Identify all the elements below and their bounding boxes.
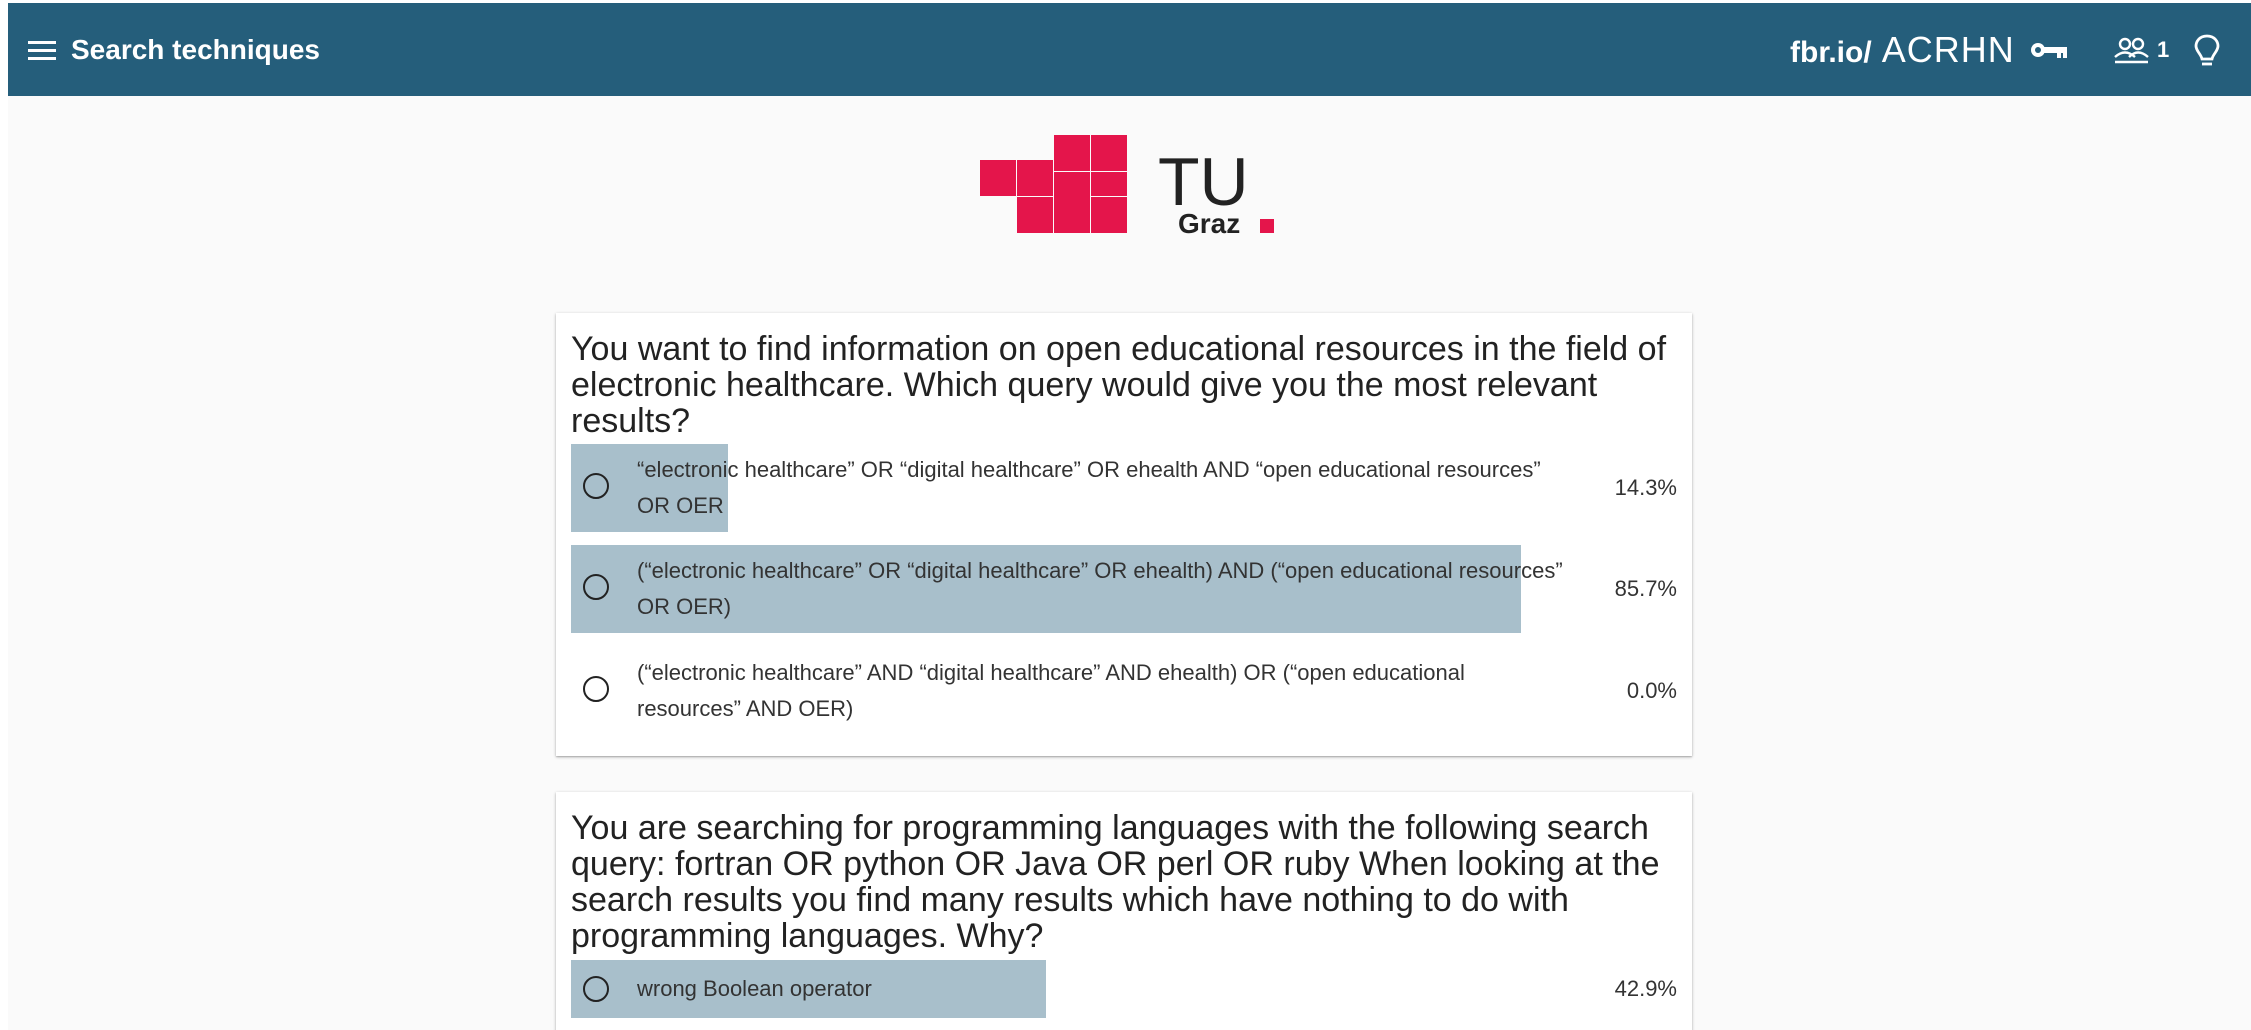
question-card: You want to find information on open edu… (556, 313, 1692, 756)
session-url-prefix: fbr.io/ (1790, 36, 1872, 69)
top-app-bar: Search techniques fbr.io/ ACRHN 1 (8, 3, 2251, 96)
answer-text: (“electronic healthcare” AND “digital he… (637, 660, 1465, 721)
answer-percent: 85.7% (1614, 576, 1677, 601)
users-count: 1 (2157, 37, 2170, 62)
users-icon[interactable] (2113, 35, 2153, 65)
key-icon[interactable] (2030, 39, 2070, 61)
app-window: Search techniques fbr.io/ ACRHN 1 TU Gra… (8, 3, 2251, 1030)
answer-percent: 0.0% (1626, 678, 1677, 703)
answer-text: wrong Boolean operator (637, 976, 872, 1001)
answer-text: (“electronic healthcare” OR “digital hea… (637, 558, 1563, 619)
menu-icon[interactable] (28, 39, 56, 61)
radio-button[interactable] (583, 976, 609, 1002)
session-code: ACRHN (1881, 29, 2015, 70)
tu-graz-logo: TU Graz (980, 135, 1274, 239)
radio-button[interactable] (583, 473, 609, 499)
answer-option[interactable]: (“electronic healthcare” AND “digital he… (571, 647, 1677, 735)
session-link[interactable]: fbr.io/ ACRHN (1790, 27, 2015, 76)
answer-percent: 14.3% (1614, 475, 1677, 500)
answer-option[interactable]: wrong Boolean operator 42.9% (571, 960, 1677, 1018)
answer-option[interactable]: (“electronic healthcare” OR “digital hea… (571, 545, 1677, 633)
answer-percent: 42.9% (1614, 976, 1677, 1001)
answer-text: “electronic healthcare” OR “digital heal… (637, 457, 1541, 518)
logo-text-graz: Graz (1178, 208, 1240, 239)
answer-option[interactable]: “electronic healthcare” OR “digital heal… (571, 444, 1677, 532)
lightbulb-icon[interactable] (2192, 33, 2222, 69)
radio-button[interactable] (583, 574, 609, 600)
question-text: You want to find information on open edu… (571, 330, 1667, 440)
question-card: You are searching for programming langua… (556, 792, 1692, 1030)
question-text: You are searching for programming langua… (571, 809, 1660, 955)
radio-button[interactable] (583, 676, 609, 702)
page-title: Search techniques (71, 34, 320, 65)
